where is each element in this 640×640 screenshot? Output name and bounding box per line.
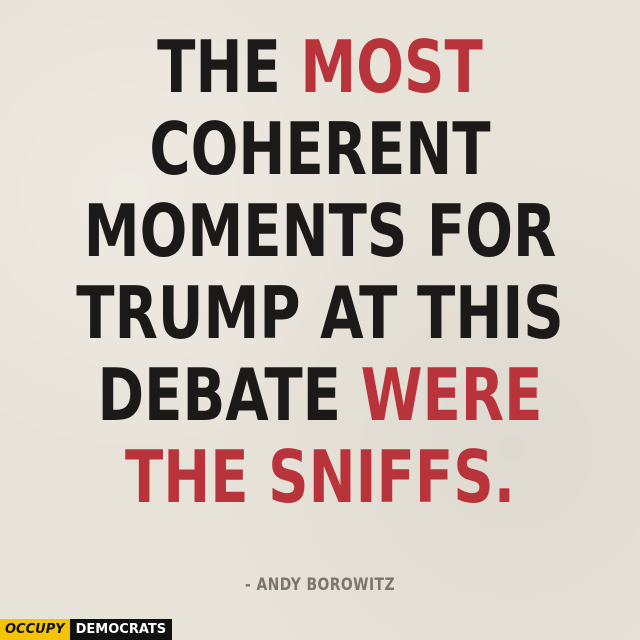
quote-word-the: THE [157,25,301,109]
quote-word-were: WERE [360,353,543,437]
quote-word-most: MOST [300,25,483,109]
brand-occupy: OCCUPY [0,619,70,640]
quote-line-3: MOMENTS FOR [83,189,557,273]
quote-text: THE MOST COHERENT MOMENTS FOR TRUMP AT T… [0,26,640,518]
brand-logo: OCCUPY DEMOCRATS [0,619,173,640]
quote-line-4: TRUMP AT THIS [76,271,564,355]
quote-word-debate: DEBATE [97,353,361,437]
quote-line-1: THE MOST [70,26,569,108]
quote-line-6: THE SNIFFS. [124,435,516,519]
brand-democrats: DEMOCRATS [69,619,173,640]
quote-line-5: DEBATE WERE [70,354,569,436]
quote-attribution: - ANDY BOROWITZ [244,575,395,595]
quote-line-2: COHERENT [149,107,491,191]
